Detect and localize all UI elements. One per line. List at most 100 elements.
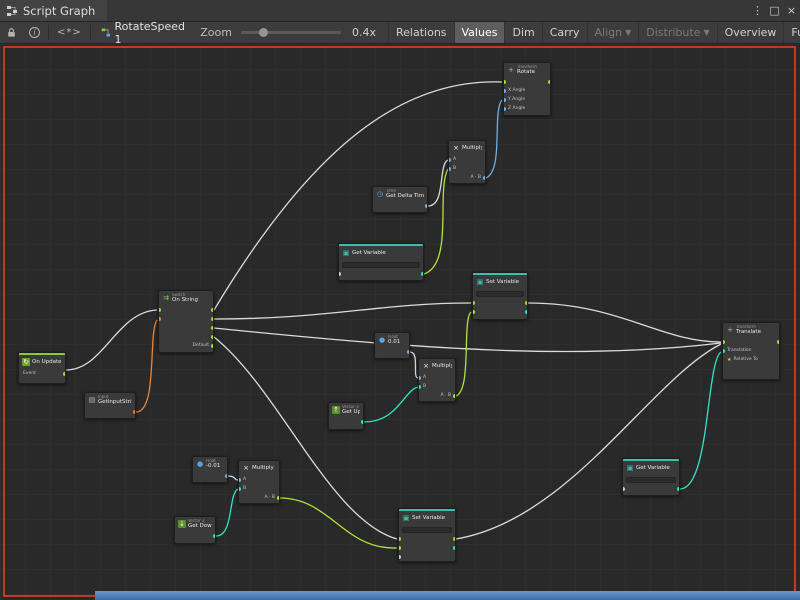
output-port[interactable] xyxy=(525,301,528,305)
toolbar-button-dim[interactable]: Dim xyxy=(504,22,541,43)
output-port[interactable] xyxy=(777,340,780,344)
wire-multiply-a-to-rotate[interactable] xyxy=(486,100,502,178)
output-port[interactable] xyxy=(483,176,486,180)
window-close-button[interactable]: × xyxy=(783,0,800,21)
node-vector3-up[interactable]: ↑Vector 3Get Up xyxy=(328,402,364,430)
node-rotate[interactable]: +TransformRotateX AngleY AngleZ Angle xyxy=(503,62,551,116)
input-port[interactable] xyxy=(503,107,506,111)
output-port[interactable] xyxy=(425,204,428,208)
node-multiply-b[interactable]: ×MultiplyABA · B xyxy=(418,358,456,402)
zoom-slider-thumb[interactable] xyxy=(259,28,268,37)
graph-breadcrumb[interactable]: RotateSpeed 1 xyxy=(93,22,195,43)
input-port[interactable] xyxy=(472,310,475,314)
wire-on-update-to-switch[interactable] xyxy=(66,310,157,370)
input-port[interactable] xyxy=(158,317,161,321)
wire-multiply-c-to-set-variable-b[interactable] xyxy=(280,498,397,548)
input-port[interactable] xyxy=(398,546,401,550)
input-port[interactable] xyxy=(622,487,625,491)
variable-name-field[interactable] xyxy=(476,291,524,297)
output-port[interactable] xyxy=(548,80,551,84)
output-port[interactable] xyxy=(361,420,364,424)
zoom-slider[interactable] xyxy=(241,31,341,34)
output-port[interactable] xyxy=(453,394,456,398)
node-set-variable-a[interactable]: ▣Set Variable xyxy=(472,272,528,320)
input-port[interactable] xyxy=(722,340,725,344)
node-get-delta-time[interactable]: ◷TimeGet Delta Time xyxy=(372,186,428,213)
wire-vector3-down-to-multiply-c[interactable] xyxy=(216,489,238,536)
code-preview-toggle[interactable]: <*> xyxy=(51,22,88,43)
node-translate[interactable]: +TransformTranslateTranslation★Relative … xyxy=(722,322,780,380)
node-float-b[interactable]: ●Float-0.01 xyxy=(192,456,228,483)
node-vector3-down[interactable]: ↓Vector 3Get Down xyxy=(174,516,216,544)
wire-get-variable-b-to-translate[interactable] xyxy=(680,352,721,489)
variable-name-field[interactable] xyxy=(626,477,676,483)
wire-multiply-b-to-set-variable-a[interactable] xyxy=(456,312,471,396)
output-port[interactable] xyxy=(133,410,136,414)
node-on-update[interactable]: ↻On UpdateEvent xyxy=(18,352,66,384)
output-port[interactable] xyxy=(453,546,456,550)
toolbar-button-relations[interactable]: Relations xyxy=(388,22,454,43)
wire-set-variable-b-to-translate[interactable] xyxy=(456,344,721,539)
input-port[interactable] xyxy=(503,98,506,102)
input-port[interactable] xyxy=(398,537,401,541)
output-port[interactable] xyxy=(213,534,216,538)
input-port[interactable] xyxy=(158,308,161,312)
output-port[interactable] xyxy=(211,344,214,348)
toolbar-button-label: Overview xyxy=(725,26,777,39)
output-port[interactable] xyxy=(211,317,214,321)
node-set-variable-b[interactable]: ▣Set Variable xyxy=(398,508,456,562)
output-port[interactable] xyxy=(525,310,528,314)
output-port[interactable] xyxy=(277,496,280,500)
toolbar-button-overview[interactable]: Overview xyxy=(717,22,784,43)
input-port[interactable] xyxy=(238,478,241,482)
node-multiply-a[interactable]: ×MultiplyABA · B xyxy=(448,140,486,184)
toolbar-button-values[interactable]: Values xyxy=(454,22,505,43)
variable-name-field[interactable] xyxy=(342,262,420,268)
wire-switch-to-set-variable-a[interactable] xyxy=(214,303,471,319)
variable-name-field[interactable] xyxy=(402,527,452,533)
input-port[interactable] xyxy=(338,272,341,276)
node-port-row: A xyxy=(419,373,455,382)
wire-set-variable-a-to-translate[interactable] xyxy=(528,303,721,342)
wire-vector3-up-to-multiply-b[interactable] xyxy=(364,387,418,422)
node-get-variable-b[interactable]: ▣Get Variable xyxy=(622,458,680,496)
input-port[interactable] xyxy=(418,385,421,389)
wire-get-delta-time-to-multiply-a[interactable] xyxy=(428,160,448,206)
output-port[interactable] xyxy=(63,372,66,376)
input-port[interactable] xyxy=(722,349,725,353)
toolbar-button-full-screen[interactable]: Full Screen xyxy=(783,22,800,43)
output-port[interactable] xyxy=(453,537,456,541)
output-port[interactable] xyxy=(211,326,214,330)
node-switch[interactable]: ⇉SwitchOn StringDefault xyxy=(158,290,214,353)
wire-switch-to-set-variable-b[interactable] xyxy=(214,337,397,539)
wire-get-input-string-to-switch[interactable] xyxy=(136,320,157,412)
input-port[interactable] xyxy=(448,158,451,162)
output-port[interactable] xyxy=(211,308,214,312)
output-port[interactable] xyxy=(211,335,214,339)
toolbar-button-carry[interactable]: Carry xyxy=(542,22,587,43)
input-port[interactable] xyxy=(418,376,421,380)
output-port[interactable] xyxy=(225,474,228,478)
input-port[interactable] xyxy=(238,487,241,491)
input-port[interactable] xyxy=(472,301,475,305)
node-get-input-string[interactable]: ▤InputGetInputString xyxy=(84,392,136,419)
window-menu-button[interactable]: ⋮ xyxy=(749,0,766,21)
info-button[interactable]: i xyxy=(23,22,46,43)
tab-script-graph[interactable]: Script Graph xyxy=(0,0,107,21)
node-float-a[interactable]: ●Float0.01 xyxy=(374,332,410,359)
node-multiply-c[interactable]: ×MultiplyABA · B xyxy=(238,460,280,504)
node-get-variable-a[interactable]: ▣Get Variable xyxy=(338,243,424,281)
wire-float-b-to-multiply-c[interactable] xyxy=(228,476,238,480)
output-port[interactable] xyxy=(677,487,680,491)
wire-float-a-to-multiply-b[interactable] xyxy=(410,352,418,378)
input-port[interactable] xyxy=(503,89,506,93)
input-port[interactable] xyxy=(503,80,506,84)
input-port[interactable] xyxy=(448,167,451,171)
toolbar-button-label: Relations xyxy=(396,26,447,39)
wire-get-variable-a-to-multiply-a[interactable] xyxy=(424,169,448,274)
input-port[interactable] xyxy=(398,555,401,559)
output-port[interactable] xyxy=(421,272,424,276)
window-maximize-button[interactable]: □ xyxy=(766,0,783,21)
lock-button[interactable] xyxy=(0,22,23,43)
output-port[interactable] xyxy=(407,350,410,354)
